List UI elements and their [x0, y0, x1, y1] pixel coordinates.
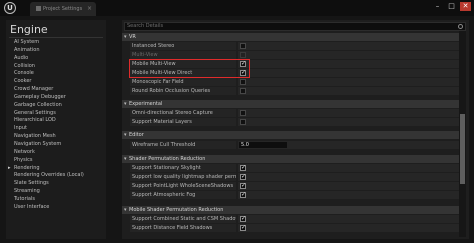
nav-item-navigation-system[interactable]: Navigation System — [6, 141, 106, 149]
row-omni-shadow-capture: Omni-directional Stereo Capture — [130, 109, 459, 117]
row-label: Instanced Stereo — [130, 42, 236, 50]
settings-tab-icon — [36, 6, 41, 11]
collapse-arrow-icon[interactable]: ▾ — [124, 206, 127, 214]
section-vr[interactable]: ▾ VR — [122, 33, 459, 41]
row-label: Wireframe Cull Threshold — [130, 141, 236, 149]
row-label: Support Stationary Skylight — [130, 164, 236, 172]
nav-item-animation[interactable]: Animation — [6, 47, 106, 55]
nav-item-gameplay-debugger[interactable]: Gameplay Debugger — [6, 94, 106, 102]
nav-item-tutorials[interactable]: Tutorials — [6, 196, 106, 204]
collapse-arrow-icon[interactable]: ▾ — [124, 131, 127, 139]
row-label: Support Material Layers — [130, 118, 236, 126]
scrollbar-thumb[interactable] — [460, 114, 465, 184]
nav-item-garbage-collection[interactable]: Garbage Collection — [6, 102, 106, 110]
multi-view-checkbox — [240, 52, 246, 58]
nav-item-collision[interactable]: Collision — [6, 63, 106, 71]
section-mobile-shader-permutation[interactable]: ▾ Mobile Shader Permutation Reduction — [122, 206, 459, 214]
omni-stereo-capture-checkbox[interactable] — [240, 110, 246, 116]
nav-item-physics[interactable]: Physics — [6, 157, 106, 165]
row-label: Support Distance Field Shadows — [130, 224, 236, 232]
section-editor-label: Editor — [129, 132, 144, 138]
row-label: Omni-directional Stereo Capture — [130, 109, 236, 117]
instanced-stereo-checkbox[interactable] — [240, 43, 246, 49]
row-distance-field-shadows: Support Distance Field Shadows — [130, 224, 459, 232]
collapse-arrow-icon[interactable]: ▾ — [124, 155, 127, 163]
row-label: Monoscopic Far Field — [130, 78, 236, 86]
round-robin-occlusion-checkbox[interactable] — [240, 88, 246, 94]
section-shader-permutation-label: Shader Permutation Reduction — [129, 156, 206, 162]
nav-item-cooker[interactable]: Cooker — [6, 78, 106, 86]
row-wireframe-cull-threshold: Wireframe Cull Threshold 5.0 — [130, 141, 459, 149]
details-panel: Search Details ▾ VR Instanced Stereo Mult… — [122, 20, 469, 239]
section-mobile-shader-permutation-label: Mobile Shader Permutation Reduction — [129, 207, 224, 213]
row-low-quality-lightmap: Support low quality lightmap shader perm… — [130, 173, 459, 181]
nav-item-ai-system[interactable]: AI System — [6, 39, 106, 47]
low-quality-lightmap-checkbox[interactable] — [240, 173, 246, 180]
row-monoscopic-far-field: Monoscopic Far Field — [130, 78, 459, 86]
nav-item-hierarchical-lod[interactable]: Hierarchical LOD — [6, 117, 106, 125]
nav-item-user-interface[interactable]: User Interface — [6, 204, 106, 212]
row-multi-view: Multi-View — [130, 51, 459, 59]
row-label: Support PointLight WholeSceneShadows — [130, 182, 236, 190]
row-instanced-stereo: Instanced Stereo — [130, 42, 459, 50]
row-round-robin-occlusion: Round Robin Occlusion Queries — [130, 87, 459, 95]
nav-item-input[interactable]: Input — [6, 125, 106, 133]
nav-item-navigation-mesh[interactable]: Navigation Mesh — [6, 133, 106, 141]
search-placeholder: Search Details — [127, 23, 164, 29]
collapse-arrow-icon[interactable]: ▾ — [124, 33, 127, 41]
row-label: Support Combined Static and CSM Shadowin… — [130, 215, 236, 223]
nav-item-general-settings[interactable]: General Settings — [6, 110, 106, 118]
pointlight-wholescene-checkbox[interactable] — [240, 182, 246, 189]
nav-item-network[interactable]: Network — [6, 149, 106, 157]
nav-item-crowd-manager[interactable]: Crowd Manager — [6, 86, 106, 94]
search-details-input[interactable]: Search Details — [124, 22, 466, 31]
nav-item-slate-settings[interactable]: Slate Settings — [6, 180, 106, 188]
divider — [9, 37, 103, 38]
row-label: Support Atmospheric Fog — [130, 191, 236, 199]
section-shader-permutation[interactable]: ▾ Shader Permutation Reduction — [122, 155, 459, 163]
nav-item-rendering[interactable]: Rendering — [6, 165, 106, 173]
tab-title: Project Settings — [43, 6, 83, 12]
section-experimental-label: Experimental — [129, 101, 163, 107]
support-material-layers-checkbox[interactable] — [240, 119, 246, 125]
search-icon — [458, 24, 463, 29]
unreal-logo-icon: U — [4, 2, 16, 14]
minimize-button[interactable]: – — [432, 2, 443, 11]
section-vr-label: VR — [129, 34, 136, 40]
row-label: Support low quality lightmap shader perm… — [130, 173, 236, 181]
stationary-skylight-checkbox[interactable] — [240, 164, 246, 171]
nav-item-rendering-overrides[interactable]: Rendering Overrides (Local) — [6, 172, 106, 180]
atmospheric-fog-checkbox[interactable] — [240, 191, 246, 198]
row-combined-static-csm: Support Combined Static and CSM Shadowin… — [130, 215, 459, 223]
monoscopic-far-field-checkbox[interactable] — [240, 79, 246, 85]
nav-item-console[interactable]: Console — [6, 70, 106, 78]
row-stationary-skylight: Support Stationary Skylight — [130, 164, 459, 172]
distance-field-shadows-checkbox[interactable] — [240, 224, 246, 231]
nav-item-audio[interactable]: Audio — [6, 55, 106, 63]
nav-item-streaming[interactable]: Streaming — [6, 188, 106, 196]
row-support-material-layers: Support Material Layers — [130, 118, 459, 126]
title-bar: U Project Settings × – □ ✕ — [0, 0, 474, 16]
row-pointlight-wholescene: Support PointLight WholeSceneShadows — [130, 182, 459, 190]
tab-project-settings[interactable]: Project Settings × — [30, 2, 96, 16]
collapse-arrow-icon[interactable]: ▾ — [124, 100, 127, 108]
details-scrollbar[interactable] — [459, 31, 466, 237]
row-label: Multi-View — [130, 51, 236, 59]
row-atmospheric-fog: Support Atmospheric Fog — [130, 191, 459, 199]
tab-close-icon[interactable]: × — [87, 2, 92, 16]
settings-category-panel: Engine AI System Animation Audio Collisi… — [6, 20, 106, 239]
combined-static-csm-checkbox[interactable] — [240, 215, 246, 222]
wireframe-cull-threshold-input[interactable]: 5.0 — [239, 142, 287, 148]
category-title: Engine — [10, 23, 48, 36]
highlight-annotation-box — [129, 59, 250, 78]
section-editor[interactable]: ▾ Editor — [122, 131, 459, 139]
close-window-button[interactable]: ✕ — [460, 2, 471, 11]
row-label: Round Robin Occlusion Queries — [130, 87, 236, 95]
section-experimental[interactable]: ▾ Experimental — [122, 100, 459, 108]
settings-nav-list: AI System Animation Audio Collision Cons… — [6, 39, 106, 212]
maximize-button[interactable]: □ — [446, 2, 457, 11]
